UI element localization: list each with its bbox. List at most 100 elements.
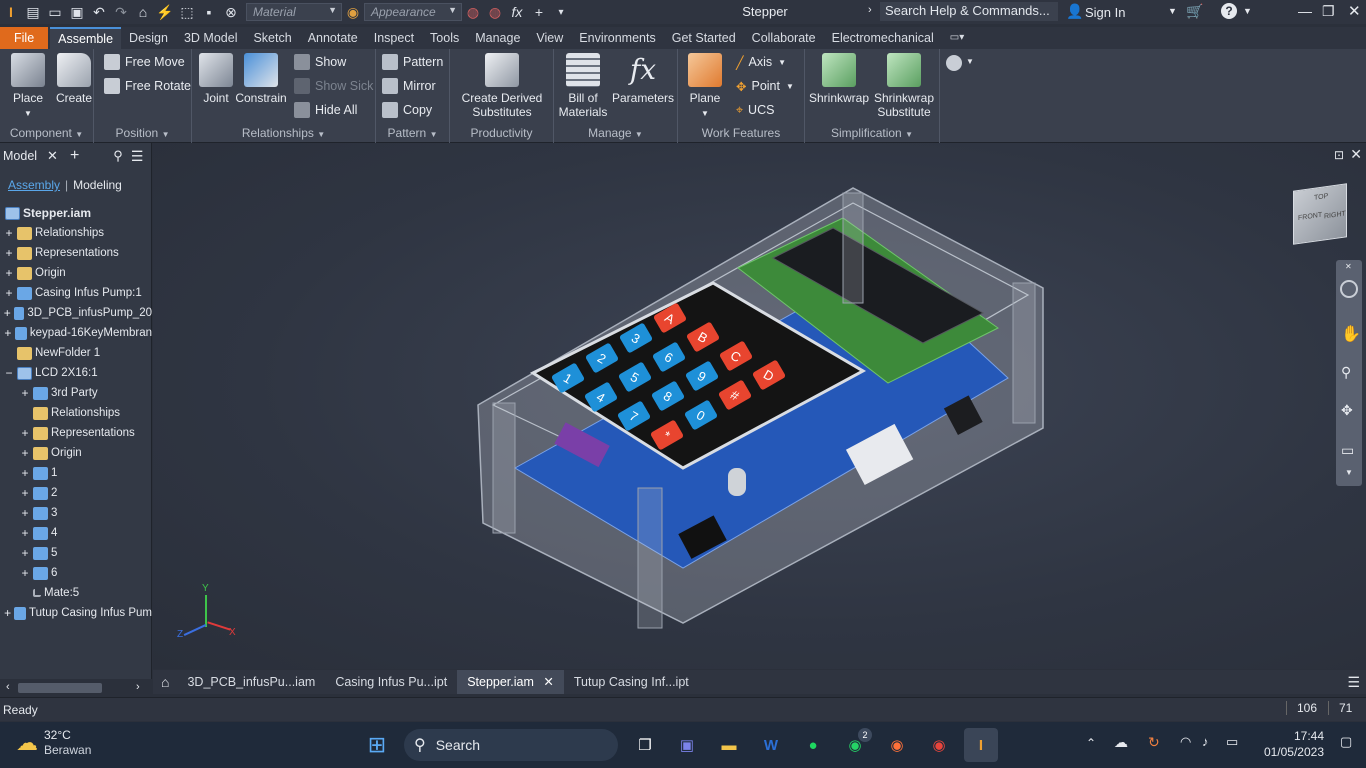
mirror-button[interactable]: Mirror: [382, 76, 436, 96]
copy-button[interactable]: Copy: [382, 100, 432, 120]
clear-appearance-icon[interactable]: ◍: [484, 1, 506, 23]
doc-tab-tutup[interactable]: Tutup Casing Inf...ipt: [564, 670, 699, 694]
free-rotate-button[interactable]: Free Rotate: [104, 76, 191, 96]
expand-icon[interactable]: +: [19, 466, 31, 480]
relationships-group-label[interactable]: Relationships ▼: [192, 126, 375, 140]
expand-icon[interactable]: +: [3, 226, 15, 240]
joint-button[interactable]: Joint: [196, 53, 236, 105]
expand-icon[interactable]: +: [19, 486, 31, 500]
chrome-icon[interactable]: ◉: [922, 728, 956, 762]
place-button[interactable]: Place ▼: [6, 53, 50, 121]
shrinkwrap-button[interactable]: Shrinkwrap: [807, 53, 871, 105]
tree-node[interactable]: +2: [0, 483, 152, 503]
tab-electromechanical[interactable]: Electromechanical: [824, 27, 942, 49]
simplification-group-label[interactable]: Simplification ▼: [805, 126, 939, 140]
expand-icon[interactable]: +: [19, 386, 31, 400]
expand-icon[interactable]: +: [19, 446, 31, 460]
tabs-menu-icon[interactable]: ☰: [1347, 674, 1360, 691]
doc-tab-pcb[interactable]: 3D_PCB_infusPu...iam: [177, 670, 325, 694]
view-cube-front[interactable]: FRONT: [1298, 212, 1322, 222]
tree-node[interactable]: +3D_PCB_infusPump_20: [0, 303, 152, 323]
minimize-icon[interactable]: —: [1298, 3, 1312, 19]
doc-tab-casing[interactable]: Casing Infus Pu...ipt: [325, 670, 457, 694]
tree-node[interactable]: + Representations: [0, 243, 152, 263]
add-browser-icon[interactable]: +: [70, 147, 79, 165]
tree-node[interactable]: + Representations: [0, 423, 152, 443]
search-icon[interactable]: ⚲: [113, 148, 123, 164]
tree-node[interactable]: + Relationships: [0, 223, 152, 243]
tab-design[interactable]: Design: [121, 27, 176, 49]
orbit-icon[interactable]: ✥: [1341, 402, 1353, 419]
tab-file[interactable]: File: [0, 27, 49, 49]
adjust-appearance-icon[interactable]: ◍: [462, 1, 484, 23]
look-at-icon[interactable]: ▭: [1341, 442, 1354, 459]
view-cube[interactable]: FRONT RIGHT TOP: [1293, 183, 1347, 245]
undo-icon[interactable]: ↶: [88, 1, 110, 23]
tree-node[interactable]: +4: [0, 523, 152, 543]
ribbon-options-icon[interactable]: ▭▾: [942, 27, 972, 49]
tab-environments[interactable]: Environments: [571, 27, 663, 49]
expand-icon[interactable]: +: [3, 306, 12, 320]
expand-icon[interactable]: +: [19, 506, 31, 520]
chevron-up-icon[interactable]: ⌃: [1086, 736, 1096, 750]
doc-tab-stepper[interactable]: Stepper.iam ✕: [457, 670, 564, 694]
material-ball-icon[interactable]: ⊗: [220, 1, 242, 23]
expand-icon[interactable]: +: [3, 326, 13, 340]
save-icon[interactable]: ▣: [66, 1, 88, 23]
axis-button[interactable]: ╱ Axis ▼: [736, 52, 786, 72]
constrain-button[interactable]: Constrain: [234, 53, 288, 105]
tab-assembly[interactable]: Assembly: [8, 178, 60, 192]
update-icon[interactable]: ⚡: [154, 1, 176, 23]
tree-node[interactable]: Mate:5: [0, 583, 152, 603]
tree-node[interactable]: +6: [0, 563, 152, 583]
tree-node[interactable]: + keypad-16KeyMembran: [0, 323, 152, 343]
open-file-icon[interactable]: ▭: [44, 1, 66, 23]
user-icon[interactable]: 👤: [1066, 3, 1083, 20]
home-tab-icon[interactable]: ⌂: [153, 674, 177, 690]
select-icon[interactable]: ⬚: [176, 1, 198, 23]
tree-node[interactable]: + Origin: [0, 443, 152, 463]
hamburger-icon[interactable]: ☰: [131, 148, 144, 165]
home-icon[interactable]: ⌂: [132, 1, 154, 23]
expand-icon[interactable]: +: [3, 606, 12, 620]
appearance-dropdown[interactable]: Appearance ▼: [364, 3, 462, 21]
sync-icon[interactable]: ↻: [1148, 734, 1160, 751]
graphics-viewport[interactable]: ⊡ ✕ 1 2 3 A 4 5 6 B 7 8 9 C * 0 # D FRONT RIGHT TOP ✕ ✋: [153, 143, 1366, 669]
start-icon[interactable]: ⊞: [360, 728, 394, 762]
sign-in-link[interactable]: Sign In: [1085, 5, 1125, 20]
expand-icon[interactable]: +: [3, 246, 15, 260]
close-browser-icon[interactable]: ✕: [47, 148, 58, 164]
customize-chevron-icon[interactable]: ▾: [550, 1, 572, 23]
task-view-icon[interactable]: ❐: [628, 728, 662, 762]
hide-all-button[interactable]: Hide All: [294, 100, 357, 120]
pan-hand-icon[interactable]: ✋: [1341, 324, 1361, 344]
inventor-icon[interactable]: I: [964, 728, 998, 762]
free-move-button[interactable]: Free Move: [104, 52, 185, 72]
tab-modeling[interactable]: Modeling: [73, 178, 122, 192]
measure-icon[interactable]: ▪: [198, 1, 220, 23]
view-cube-top[interactable]: TOP: [1314, 193, 1328, 202]
weather-widget[interactable]: ☁ 32°C Berawan: [16, 728, 91, 758]
meet-icon[interactable]: ▣: [670, 728, 704, 762]
tree-node[interactable]: Relationships: [0, 403, 152, 423]
expand-icon[interactable]: +: [19, 426, 31, 440]
redo-icon[interactable]: ↷: [110, 1, 132, 23]
close-icon[interactable]: ✕: [1348, 2, 1361, 20]
tree-node[interactable]: + Origin: [0, 263, 152, 283]
scroll-right-icon[interactable]: ›: [136, 681, 140, 693]
manage-group-label[interactable]: Manage ▼: [554, 126, 677, 140]
plane-button[interactable]: Plane ▼: [684, 53, 726, 121]
fx-icon[interactable]: fx: [506, 1, 528, 23]
tab-inspect[interactable]: Inspect: [366, 27, 422, 49]
firefox-icon[interactable]: ◉: [880, 728, 914, 762]
tree-node[interactable]: NewFolder 1: [0, 343, 152, 363]
whatsapp-icon[interactable]: ◉ 2: [838, 728, 872, 762]
material-dropdown[interactable]: Material ▼: [246, 3, 342, 21]
ucs-button[interactable]: ⌖ UCS: [736, 100, 774, 120]
navbar-chevron-icon[interactable]: ▼: [1345, 468, 1353, 477]
new-file-icon[interactable]: ▤: [22, 1, 44, 23]
tree-node[interactable]: − LCD 2X16:1: [0, 363, 152, 383]
word-icon[interactable]: W: [754, 728, 788, 762]
help-icon[interactable]: ?: [1221, 3, 1237, 19]
clock[interactable]: 17:44 01/05/2023: [1258, 728, 1324, 760]
